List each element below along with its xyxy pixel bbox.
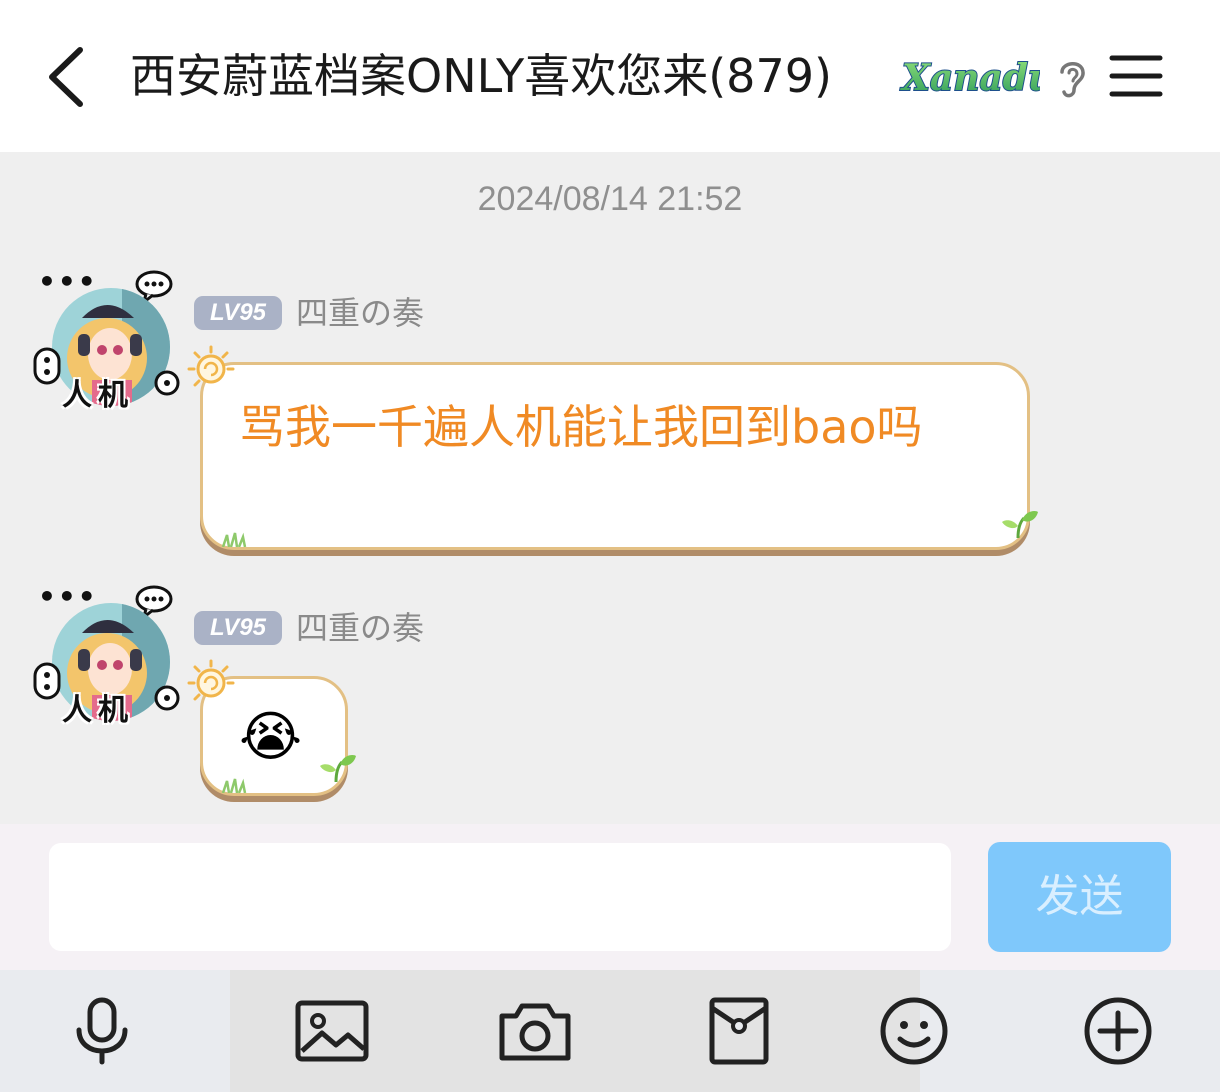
sender-avatar[interactable]: ••• 人机 <box>32 580 192 745</box>
message-bubble[interactable]: 骂我一千遍人机能让我回到bao吗 <box>200 362 1030 550</box>
svg-text:Xanadu: Xanadu <box>900 57 1040 99</box>
sprout-icon <box>1002 510 1038 539</box>
message-text: 骂我一千遍人机能让我回到bao吗 <box>239 400 923 454</box>
chat-header: 西安蔚蓝档案ONLY喜欢您来(879) Xanadu <box>0 0 1220 152</box>
camera-icon <box>499 1003 571 1061</box>
hamburger-menu-icon <box>1109 55 1163 97</box>
bottom-toolbar <box>0 970 1220 1092</box>
grass-icon <box>221 778 247 793</box>
sun-decoration-icon <box>187 659 235 701</box>
ear-icon <box>1060 62 1085 98</box>
voice-button[interactable] <box>0 970 203 1092</box>
emoji-button[interactable] <box>812 970 1015 1092</box>
sender-avatar[interactable]: ••• 人机 <box>32 265 192 430</box>
emoji-crying: 😭 <box>239 705 303 768</box>
avatar-tag: 人机 <box>62 693 134 728</box>
more-button[interactable] <box>1016 970 1219 1092</box>
sun-decoration-icon <box>187 345 235 387</box>
emoji-icon <box>880 997 947 1065</box>
ring-icon <box>33 347 61 385</box>
send-button[interactable]: 发送 <box>988 842 1171 952</box>
level-badge: LV95 <box>194 611 282 645</box>
level-badge: LV95 <box>194 296 282 330</box>
tail-ring-icon <box>154 685 180 711</box>
image-button[interactable] <box>230 970 433 1092</box>
xanadu-logo: Xanadu <box>898 52 1055 102</box>
camera-button[interactable] <box>433 970 637 1092</box>
menu-button[interactable] <box>1108 52 1164 100</box>
ear-mode-button[interactable] <box>1052 54 1092 100</box>
plus-circle-icon <box>1084 997 1151 1065</box>
ring-icon <box>33 662 61 700</box>
group-title[interactable]: 西安蔚蓝档案ONLY喜欢您来(879) <box>130 44 832 108</box>
message-input-bar: 发送 <box>0 824 1220 970</box>
avatar-tag: 人机 <box>62 378 134 413</box>
sender-name[interactable]: 四重の奏 <box>296 293 424 333</box>
red-packet-icon <box>709 997 768 1065</box>
message-input[interactable] <box>49 843 951 951</box>
message-timestamp: 2024/08/14 21:52 <box>477 180 743 218</box>
typing-dots-icon: ••• <box>38 265 98 298</box>
grass-icon <box>221 532 247 547</box>
sprout-icon <box>320 754 356 783</box>
typing-dots-icon: ••• <box>38 580 98 613</box>
chevron-left-icon <box>49 47 83 107</box>
back-button[interactable] <box>40 42 96 112</box>
red-packet-button[interactable] <box>637 970 840 1092</box>
tail-ring-icon <box>154 370 180 396</box>
sender-name[interactable]: 四重の奏 <box>296 608 424 648</box>
microphone-icon <box>76 997 127 1065</box>
image-icon <box>295 1000 368 1062</box>
